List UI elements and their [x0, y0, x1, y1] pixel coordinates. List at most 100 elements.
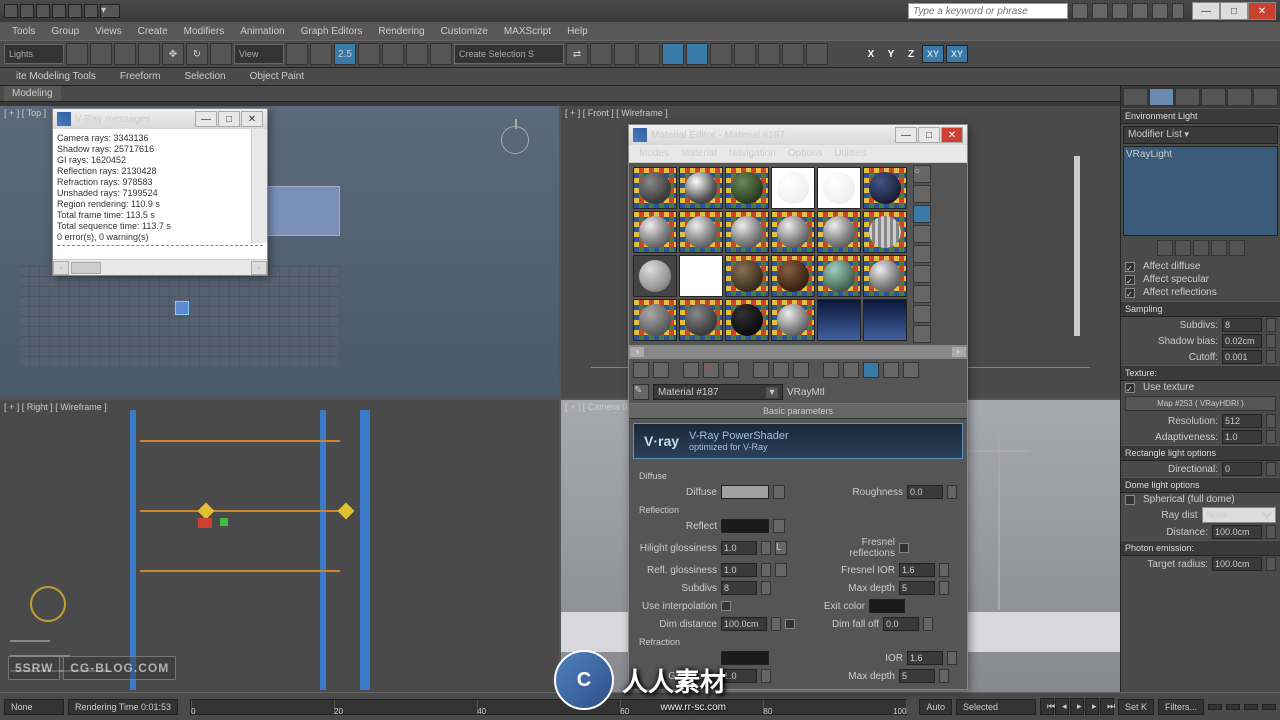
spinner[interactable]: [1266, 525, 1276, 539]
material-slot[interactable]: [771, 211, 815, 253]
menu-material[interactable]: Material: [675, 148, 723, 159]
manip-icon[interactable]: [310, 43, 332, 65]
render-prod-icon[interactable]: [782, 43, 804, 65]
menu-options[interactable]: Options: [782, 148, 828, 159]
material-slot[interactable]: [863, 167, 907, 209]
toolbar-icon[interactable]: [1092, 3, 1108, 19]
axis-y[interactable]: Y: [882, 45, 900, 63]
backlight-icon[interactable]: [913, 185, 931, 203]
nav-icon[interactable]: [1208, 704, 1222, 710]
cutoff-input[interactable]: [1222, 350, 1262, 364]
material-slot[interactable]: [633, 299, 677, 341]
material-slot[interactable]: [771, 299, 815, 341]
material-slot[interactable]: [725, 255, 769, 297]
select-name-icon[interactable]: [90, 43, 112, 65]
spinner[interactable]: [939, 669, 949, 683]
horizontal-scrollbar[interactable]: ◂ ▸: [53, 259, 267, 275]
hilight-gloss-input[interactable]: [721, 541, 757, 555]
menu-maxscript[interactable]: MAXScript: [496, 26, 559, 37]
spinner[interactable]: [939, 563, 949, 577]
resolution-input[interactable]: [1222, 414, 1262, 428]
percent-snap-icon[interactable]: [382, 43, 404, 65]
subdivs-input[interactable]: [721, 581, 757, 595]
scroll-right-icon[interactable]: ▸: [251, 261, 267, 275]
material-slot[interactable]: [817, 211, 861, 253]
pick-material-icon[interactable]: ✎: [633, 384, 649, 400]
sample-scrollbar[interactable]: ◂ ▸: [629, 345, 967, 359]
close-button[interactable]: ✕: [1248, 2, 1276, 20]
ribbon-item[interactable]: ite Modeling Tools: [4, 71, 108, 82]
material-editor-icon[interactable]: [686, 43, 708, 65]
titlebar-btn[interactable]: [52, 4, 66, 18]
reflect-color-swatch[interactable]: [721, 519, 769, 533]
texture-map-button[interactable]: Map #253 ( VRayHDRI ): [1125, 396, 1276, 411]
menu-modes[interactable]: Modes: [633, 148, 675, 159]
named-sel-icon[interactable]: [430, 43, 452, 65]
layer-icon[interactable]: [614, 43, 636, 65]
menu-views[interactable]: Views: [87, 26, 130, 37]
spherical-checkbox[interactable]: [1125, 495, 1135, 505]
remove-mod-icon[interactable]: [1211, 240, 1227, 256]
axis-xy[interactable]: XY: [922, 45, 944, 63]
hierarchy-tab-icon[interactable]: [1175, 88, 1200, 106]
max-depth-input[interactable]: [899, 581, 935, 595]
rotate-tool-icon[interactable]: ↻: [186, 43, 208, 65]
viewport-right[interactable]: [ + ] [ Right ] [ Wireframe ]: [0, 400, 559, 692]
material-slot[interactable]: [863, 299, 907, 341]
pin-stack-icon[interactable]: [1157, 240, 1173, 256]
subdivs-input[interactable]: [1222, 318, 1262, 332]
display-tab-icon[interactable]: [1227, 88, 1252, 106]
affect-diffuse-checkbox[interactable]: [1125, 262, 1135, 272]
material-slot[interactable]: [863, 211, 907, 253]
select-by-mat-icon[interactable]: [913, 305, 931, 323]
video-color-icon[interactable]: [913, 245, 931, 263]
toolbar-icon[interactable]: [806, 43, 828, 65]
render-setup-icon[interactable]: [710, 43, 732, 65]
material-slot[interactable]: [817, 299, 861, 341]
minimize-button[interactable]: —: [895, 127, 917, 143]
make-unique-icon[interactable]: [753, 362, 769, 378]
spinner[interactable]: [1266, 462, 1276, 476]
select-tool-icon[interactable]: [66, 43, 88, 65]
angle-snap-icon[interactable]: [358, 43, 380, 65]
sample-uv-icon[interactable]: [913, 225, 931, 243]
dropdown-icon[interactable]: [1172, 3, 1184, 19]
move-tool-icon[interactable]: ✥: [162, 43, 184, 65]
material-name-dropdown[interactable]: Material #187▾: [653, 384, 783, 400]
put-material-icon[interactable]: [653, 362, 669, 378]
dim-falloff-input[interactable]: [883, 617, 919, 631]
playback-play-icon[interactable]: ▸: [1070, 698, 1084, 715]
spinner[interactable]: [939, 581, 949, 595]
spinner[interactable]: [947, 651, 957, 665]
directional-input[interactable]: [1222, 462, 1262, 476]
titlebar-dropdown[interactable]: ▾: [100, 4, 120, 18]
playback-next-icon[interactable]: ▸: [1085, 698, 1099, 715]
ribbon-item[interactable]: Freeform: [108, 71, 173, 82]
spinner[interactable]: [1266, 430, 1276, 444]
mirror-icon[interactable]: ⇄: [566, 43, 588, 65]
maximize-button[interactable]: □: [218, 111, 240, 127]
menu-utilities[interactable]: Utilities: [828, 148, 872, 159]
nav-icon[interactable]: [1262, 704, 1276, 710]
material-editor-window[interactable]: Material Editor - Material #187 — □ ✕ Mo…: [628, 124, 968, 690]
material-slot[interactable]: [633, 167, 677, 209]
material-map-icon[interactable]: [913, 325, 931, 343]
material-editor-titlebar[interactable]: Material Editor - Material #187 — □ ✕: [629, 125, 967, 145]
put-to-library-icon[interactable]: [773, 362, 789, 378]
dim-dist-input[interactable]: [721, 617, 767, 631]
help-search-input[interactable]: [908, 3, 1068, 19]
menu-help[interactable]: Help: [559, 26, 596, 37]
go-sibling-icon[interactable]: [903, 362, 919, 378]
window-cross-icon[interactable]: [138, 43, 160, 65]
material-slot[interactable]: [863, 255, 907, 297]
vray-messages-titlebar[interactable]: V-Ray messages — □ ✕: [53, 109, 267, 129]
show-map-icon[interactable]: [823, 362, 839, 378]
titlebar-btn[interactable]: [20, 4, 34, 18]
toolbar-icon[interactable]: [1112, 3, 1128, 19]
fresnel-checkbox[interactable]: [899, 543, 909, 553]
menu-modifiers[interactable]: Modifiers: [176, 26, 233, 37]
spinner[interactable]: [761, 563, 771, 577]
render-icon[interactable]: [758, 43, 780, 65]
map-button[interactable]: [775, 563, 787, 577]
menu-graph-editors[interactable]: Graph Editors: [293, 26, 371, 37]
